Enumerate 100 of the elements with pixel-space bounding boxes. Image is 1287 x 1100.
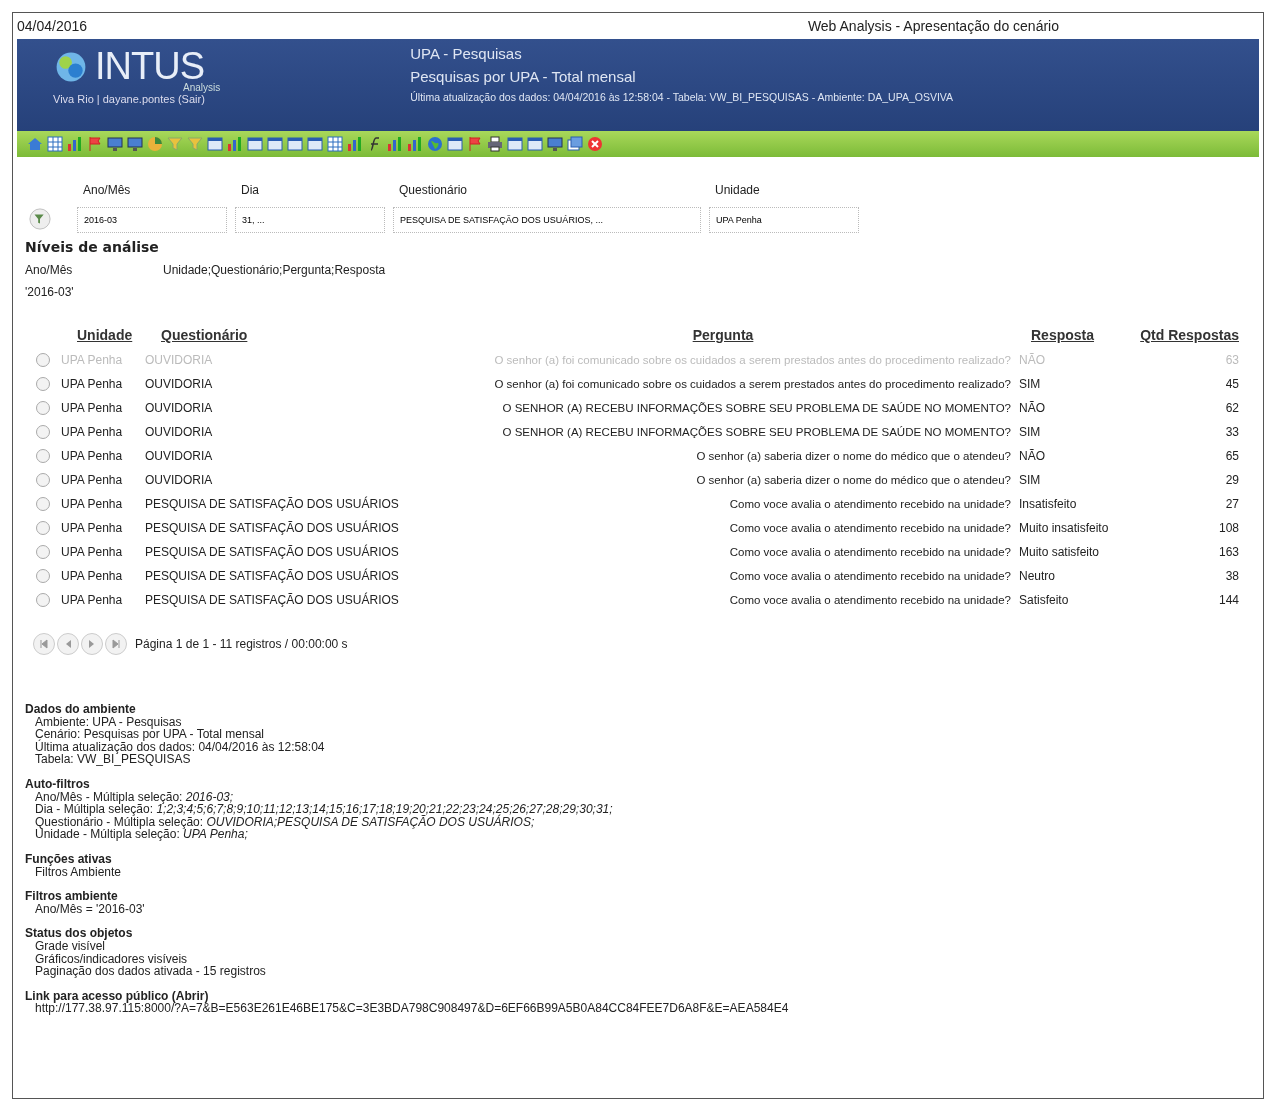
table-cell-text: Insatisfeito <box>1018 497 1078 511</box>
row-radio[interactable] <box>36 449 50 463</box>
table-icon[interactable] <box>207 136 223 152</box>
detail-line: Grade visível <box>34 939 106 953</box>
table-icon[interactable] <box>247 136 263 152</box>
window-icon[interactable] <box>567 136 583 152</box>
detail-heading: Funções ativas <box>25 852 113 866</box>
filter-label: Ano/Mês <box>83 183 132 197</box>
table-cell-text: Muito satisfeito <box>1018 545 1101 559</box>
filter-field[interactable]: 31, ... <box>235 207 385 233</box>
monitor-icon[interactable] <box>547 136 563 152</box>
table-cell-text: 163 <box>1217 545 1239 559</box>
row-radio[interactable] <box>36 377 50 391</box>
printer-icon[interactable] <box>487 136 503 152</box>
table-cell-text: 45 <box>1224 377 1239 391</box>
row-radio[interactable] <box>36 521 50 535</box>
table-cell-text: UPA Penha <box>61 569 124 583</box>
table-cell-text: OUVIDORIA <box>145 449 214 463</box>
column-header[interactable]: Resposta <box>1015 327 1125 343</box>
table-cell-text: O senhor (a) saberia dizer o nome do médico que o atendeu? <box>695 450 1011 462</box>
previous-page-button[interactable] <box>57 633 79 655</box>
flag-icon[interactable] <box>87 136 103 152</box>
detail-line: Ambiente: UPA - Pesquisas <box>34 715 183 729</box>
last-page-button[interactable] <box>105 633 127 655</box>
table-cell-text: 144 <box>1217 593 1239 607</box>
table-icon[interactable] <box>287 136 303 152</box>
section-title: Níveis de análise <box>25 239 160 255</box>
globe-icon[interactable] <box>427 136 443 152</box>
table-cell-text: Como voce avalia o atendimento recebido na unidade? <box>728 546 1011 558</box>
skip-forward-icon <box>111 639 121 649</box>
chart-icon[interactable] <box>67 136 83 152</box>
row-radio[interactable] <box>36 569 50 583</box>
table-cell-text: OUVIDORIA <box>145 473 214 487</box>
chart-icon[interactable] <box>227 136 243 152</box>
table-cell-text: PESQUISA DE SATISFAÇÃO DOS USUÁRIOS <box>145 593 400 607</box>
scenario-name: Pesquisas por UPA - Total mensal <box>410 68 637 85</box>
table-cell-text: NÃO <box>1018 353 1046 367</box>
chart-icon[interactable] <box>387 136 403 152</box>
column-header[interactable]: Questionário <box>145 327 415 343</box>
table-cell-text: O senhor (a) saberia dizer o nome do médico que o atendeu? <box>695 474 1011 486</box>
close-icon[interactable] <box>587 136 603 152</box>
table-cell-text: SIM <box>1018 377 1042 391</box>
pie-icon[interactable] <box>147 136 163 152</box>
detail-line: Tabela: VW_BI_PESQUISAS <box>34 753 192 766</box>
filter-field[interactable]: PESQUISA DE SATISFAÇÃO DOS USUÁRIOS, ... <box>393 207 701 233</box>
grid-icon[interactable] <box>327 136 343 152</box>
detail-heading: Filtros ambiente <box>25 890 119 903</box>
row-radio[interactable] <box>36 545 50 559</box>
detail-line: Última atualização dos dados: 04/04/2016 às 12:58:04 <box>34 740 326 754</box>
table-icon[interactable] <box>507 136 523 152</box>
table-cell-text: O senhor (a) foi comunicado sobre os cuidados a serem prestados antes do procedimento realizado? <box>493 378 1011 390</box>
row-radio[interactable] <box>36 473 50 487</box>
table-cell-text: 65 <box>1224 449 1239 463</box>
table-cell-text: OUVIDORIA <box>145 401 214 415</box>
table-cell-text: OUVIDORIA <box>145 425 214 439</box>
user-line: Viva Rio | dayane.pontes (Sair) <box>53 93 206 105</box>
row-radio[interactable] <box>36 497 50 511</box>
column-header[interactable]: Qtd Respostas <box>1129 327 1239 343</box>
level-label: Ano/Mês <box>25 263 74 277</box>
table-cell-text: 33 <box>1224 425 1239 439</box>
detail-heading: Status dos objetos <box>25 927 134 940</box>
detail-heading: Dados do ambiente <box>25 703 137 716</box>
table-cell-text: O senhor (a) foi comunicado sobre os cuidados a serem prestados antes do procedimento realizado? <box>493 354 1011 366</box>
table-icon[interactable] <box>447 136 463 152</box>
column-header[interactable]: Pergunta <box>419 327 1011 343</box>
page-title: Web Analysis - Apresentação do cenário <box>807 18 1059 34</box>
table-cell-text: UPA Penha <box>61 497 124 511</box>
detail-line: Filtros Ambiente <box>35 865 123 879</box>
table-cell-text: NÃO <box>1018 449 1046 463</box>
filter-field[interactable]: UPA Penha <box>709 207 859 233</box>
filter-apply-button[interactable] <box>29 208 51 230</box>
column-header[interactable]: Unidade <box>61 327 141 343</box>
table-cell-text: Como voce avalia o atendimento recebido na unidade? <box>728 522 1011 534</box>
detail-line: Unidade - Múltipla seleção: UPA Penha; <box>34 828 248 841</box>
table-cell-text: O SENHOR (A) RECEBU INFORMAÇÕES SOBRE SEU PROBLEMA DE SAÚDE NO MOMENTO? <box>501 402 1011 414</box>
monitor-icon[interactable] <box>127 136 143 152</box>
row-radio[interactable] <box>36 353 50 367</box>
filter-label: Unidade <box>715 183 761 197</box>
detail-line: Cenário: Pesquisas por UPA - Total mensal <box>34 728 265 741</box>
monitor-icon[interactable] <box>107 136 123 152</box>
table-cell-text: SIM <box>1018 473 1042 487</box>
first-page-button[interactable] <box>33 633 55 655</box>
filter-field[interactable]: 2016-03 <box>77 207 227 233</box>
home-icon[interactable] <box>27 136 43 152</box>
table-cell-text: UPA Penha <box>61 473 124 487</box>
detail-line: Gráficos/indicadores visíveis <box>34 952 189 966</box>
table-icon[interactable] <box>267 136 283 152</box>
chart-icon[interactable] <box>347 136 363 152</box>
grid-icon[interactable] <box>47 136 63 152</box>
next-page-button[interactable] <box>81 633 103 655</box>
row-radio[interactable] <box>36 425 50 439</box>
detail-heading: Auto-filtros <box>25 777 91 791</box>
table-icon[interactable] <box>307 136 323 152</box>
row-radio[interactable] <box>36 593 50 607</box>
table-icon[interactable] <box>527 136 543 152</box>
detail-line: http://177.38.97.115:8000/?A=7&B=E563E261E46BE175&C=3E3BDA798C908497&D=6EF66B99A5B0A84CC84FEE7D6A8F&E=AEA584E4 <box>34 1002 790 1015</box>
chart-icon[interactable] <box>407 136 423 152</box>
detail-line: Ano/Mês = '2016-03' <box>34 902 146 916</box>
level-value: '2016-03' <box>25 285 75 299</box>
row-radio[interactable] <box>36 401 50 415</box>
